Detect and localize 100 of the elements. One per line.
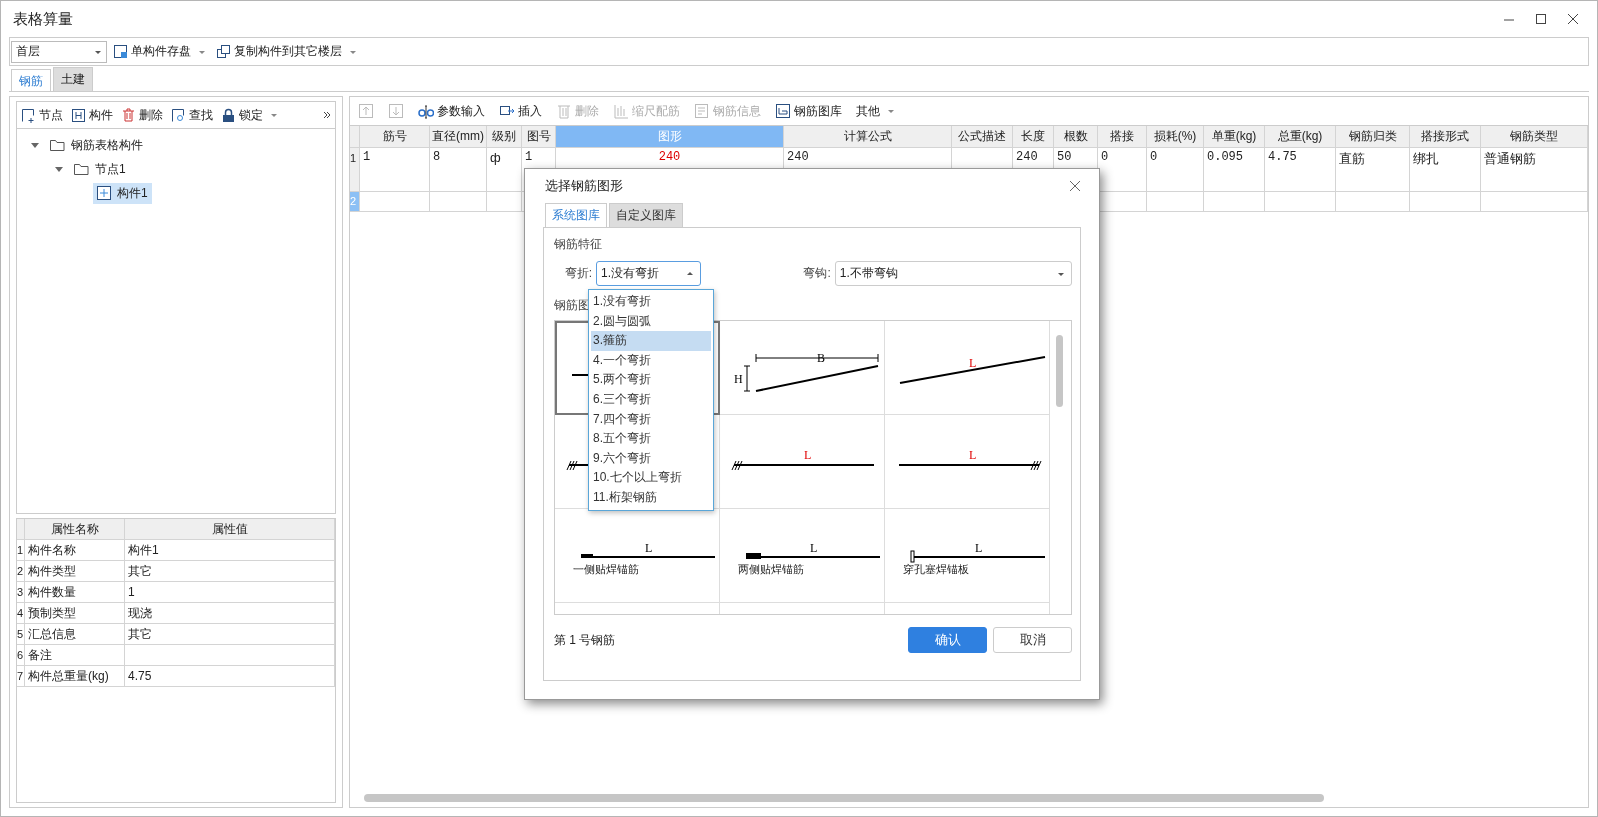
toolbar-button[interactable]: 参数输入: [414, 100, 489, 122]
row-number: 7: [17, 666, 25, 687]
row-number[interactable]: 1: [350, 148, 360, 192]
tree-item[interactable]: 钢筋表格构件: [45, 134, 147, 156]
table-cell: 构件总重量(kg): [25, 666, 125, 687]
expander-icon[interactable]: [55, 165, 63, 173]
column-header[interactable]: 直径(mm): [430, 126, 487, 148]
folder-icon: [49, 138, 65, 152]
caption: 两侧贴焊锚筋: [738, 563, 804, 575]
close-icon[interactable]: [1069, 180, 1081, 192]
floor-select[interactable]: 首层: [11, 40, 107, 63]
folder-icon: [73, 162, 89, 176]
dimension-label: L: [975, 541, 983, 555]
table-cell: 其它: [125, 624, 335, 645]
delete-icon: [121, 107, 136, 123]
table-cell: 1: [360, 148, 430, 192]
expander-icon[interactable]: [31, 141, 39, 149]
part-icon: [71, 107, 86, 123]
column-header[interactable]: 搭接形式: [1410, 126, 1481, 148]
tab[interactable]: 自定义图库: [609, 203, 683, 227]
column-header[interactable]: 根数: [1054, 126, 1098, 148]
column-header[interactable]: 钢筋类型: [1481, 126, 1588, 148]
tree-item[interactable]: 构件1: [93, 182, 152, 204]
library-icon: [775, 103, 791, 119]
find-icon: [171, 107, 186, 123]
rebar-shape-option[interactable]: L 两侧贴焊锚筋: [720, 509, 885, 603]
empty-cell: [487, 192, 522, 212]
rebar-shape-option[interactable]: B H: [720, 321, 885, 415]
expand-icon[interactable]: [322, 110, 332, 120]
field-label: 弯折:: [563, 265, 593, 282]
toolbar-button[interactable]: 构件: [67, 104, 117, 126]
table-cell: 备注: [25, 645, 125, 666]
table-cell: 4.75: [125, 666, 335, 687]
caption: 一侧贴焊锚筋: [573, 563, 639, 575]
dropdown-option[interactable]: 1.没有弯折: [591, 292, 711, 312]
toolbar-button[interactable]: 插入: [495, 100, 546, 122]
table-cell: 构件名称: [25, 540, 125, 561]
section-label: 钢筋特征: [554, 236, 603, 253]
rebar-shape-option[interactable]: L 穿孔塞焊锚板: [885, 509, 1050, 603]
rebar-shape-option[interactable]: L: [885, 415, 1050, 509]
column-header: 属性名称: [25, 519, 125, 540]
dropdown-option[interactable]: 4.一个弯折: [591, 350, 711, 371]
table-cell: 0: [1147, 148, 1204, 192]
column-header[interactable]: 搭接: [1098, 126, 1147, 148]
dropdown-option[interactable]: 6.三个弯折: [591, 389, 711, 410]
column-header[interactable]: 钢筋归类: [1336, 126, 1410, 148]
column-header[interactable]: 单重(kg): [1204, 126, 1265, 148]
toolbar-button[interactable]: 复制构件到其它楼层: [212, 41, 361, 62]
toolbar-button[interactable]: 删除: [117, 104, 167, 126]
dropdown-option[interactable]: 7.四个弯折: [591, 409, 711, 430]
dropdown-option[interactable]: 2.圆与圆弧: [591, 311, 711, 332]
node-icon: [21, 107, 36, 123]
column-header[interactable]: 长度: [1013, 126, 1054, 148]
tab[interactable]: 系统图库: [545, 203, 607, 227]
column-header[interactable]: 损耗(%): [1147, 126, 1204, 148]
row-number: 5: [17, 624, 25, 645]
empty-cell: [1410, 192, 1481, 212]
component-icon: [97, 186, 111, 200]
column-header[interactable]: 总重(kg): [1265, 126, 1336, 148]
dropdown-option[interactable]: 10.七个以上弯折: [591, 468, 711, 488]
field-label: 弯钩:: [802, 265, 831, 282]
bend-select[interactable]: 1.没有弯折: [596, 261, 702, 286]
column-header[interactable]: 筋号: [360, 126, 430, 148]
toolbar-button[interactable]: 钢筋图库: [771, 100, 846, 122]
rebar-shape-option[interactable]: L: [720, 415, 885, 509]
copy-icon: [216, 44, 231, 59]
table-cell: 普通钢筋: [1481, 148, 1588, 192]
close-icon[interactable]: [1567, 13, 1579, 25]
param-icon: [418, 103, 434, 119]
dropdown-option[interactable]: 8.五个弯折: [591, 429, 711, 449]
dropdown-option[interactable]: 11.桁架钢筋: [591, 487, 711, 508]
dropdown-option[interactable]: 3.箍筋: [591, 331, 711, 351]
table-cell: 构件类型: [25, 561, 125, 582]
tab[interactable]: 钢筋: [11, 69, 51, 91]
table-cell: 绑扎: [1410, 148, 1481, 192]
column-header[interactable]: 级别: [487, 126, 522, 148]
column-header[interactable]: 公式描述: [952, 126, 1013, 148]
hook-select[interactable]: 1.不带弯钩: [834, 261, 1072, 286]
status-text: 第 1 号钢筋: [554, 631, 616, 649]
cancel-button[interactable]: 取消: [993, 627, 1072, 653]
column-header[interactable]: 图号: [522, 126, 556, 148]
toolbar-button[interactable]: 其他: [852, 100, 899, 122]
toolbar-button[interactable]: 单构件存盘: [109, 41, 210, 62]
table-cell: 构件数量: [25, 582, 125, 603]
column-header[interactable]: 计算公式: [784, 126, 952, 148]
tree-item[interactable]: 节点1: [69, 158, 130, 180]
dimension-label: L: [804, 448, 812, 462]
toolbar-button[interactable]: 锁定: [217, 104, 282, 126]
table-cell: 1: [125, 582, 335, 603]
down-icon: [388, 103, 404, 119]
maximize-icon[interactable]: [1535, 13, 1547, 25]
dropdown-option[interactable]: 9.六个弯折: [591, 448, 711, 469]
save-icon: [113, 44, 128, 59]
empty-cell: [1147, 192, 1204, 212]
toolbar-button[interactable]: 查找: [167, 104, 217, 126]
confirm-button[interactable]: 确认: [908, 627, 987, 653]
tab[interactable]: 土建: [53, 67, 93, 91]
row-number: 6: [17, 645, 25, 666]
delete-icon: [556, 103, 572, 119]
toolbar-button[interactable]: 节点: [17, 104, 67, 126]
